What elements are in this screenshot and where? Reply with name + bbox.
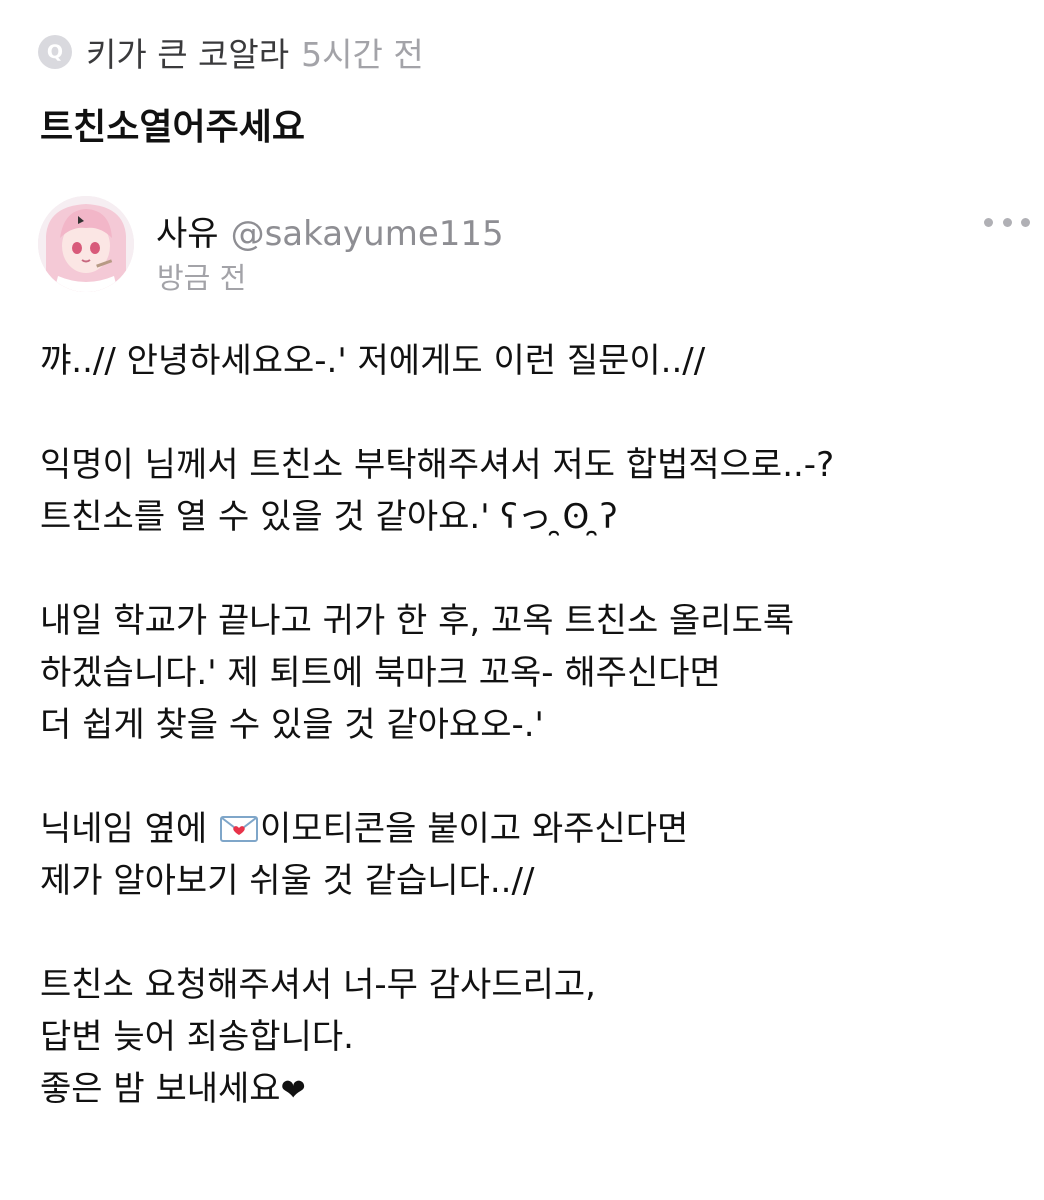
answer-line: 하겠습니다.' 제 퇴트에 북마크 꼬옥- 해주신다면 bbox=[40, 653, 721, 693]
answer-line: 꺄..// 안녕하세요오-.' 저에게도 이런 질문이..// bbox=[40, 341, 706, 381]
question-time: 5시간 전 bbox=[301, 35, 424, 74]
answer-author-name[interactable]: 사유 bbox=[156, 206, 219, 255]
answer-line: 더 쉽게 찾을 수 있을 것 같아요오-.' bbox=[40, 705, 544, 745]
heart-icon: ❤ bbox=[280, 1073, 306, 1108]
question-text: 트친소열어주세요 bbox=[40, 107, 305, 148]
answer-line: 트친소를 열 수 있을 것 같아요.' ʕっ ̯ʘ ̯ʔ bbox=[40, 497, 618, 537]
answer-author-handle[interactable]: @sakayume115 bbox=[231, 214, 504, 254]
answer-line-part: 좋은 밤 보내세요 bbox=[40, 1069, 281, 1109]
avatar-image bbox=[38, 196, 134, 292]
answer-author-row: 사유 @sakayume115 bbox=[156, 206, 504, 255]
answer-line: 제가 알아보기 쉬울 것 같습니다..// bbox=[40, 861, 535, 901]
answer-body: 꺄..// 안녕하세요오-.' 저에게도 이런 질문이..// 익명이 님께서 … bbox=[40, 335, 1020, 1115]
question-author[interactable]: 키가 큰 코알라 bbox=[86, 28, 289, 76]
answer-line-part: 닉네임 옆에 bbox=[40, 809, 219, 849]
dot-icon bbox=[984, 217, 993, 227]
love-letter-icon bbox=[220, 814, 259, 844]
more-options-button[interactable] bbox=[984, 210, 1030, 234]
answer-line: 트친소 요청해주셔서 너-무 감사드리고, bbox=[40, 965, 596, 1005]
avatar[interactable] bbox=[38, 196, 134, 292]
answer-line: 닉네임 옆에 이모티콘을 붙이고 와주신다면 bbox=[40, 803, 1020, 855]
page: Q 키가 큰 코알라 5시간 전 트친소열어주세요 사유 @sakayume11… bbox=[0, 0, 1044, 1200]
answer-line-part: 이모티콘을 붙이고 와주신다면 bbox=[260, 809, 689, 849]
question-icon: Q bbox=[38, 35, 72, 69]
answer-line: 답변 늦어 죄송합니다. bbox=[40, 1017, 354, 1057]
dot-icon bbox=[1021, 217, 1030, 227]
answer-line: 내일 학교가 끝나고 귀가 한 후, 꼬옥 트친소 올리도록 bbox=[40, 601, 795, 641]
question-header: Q 키가 큰 코알라 5시간 전 bbox=[38, 30, 424, 74]
dot-icon bbox=[1002, 217, 1012, 227]
answer-time: 방금 전 bbox=[157, 261, 247, 295]
answer-line: 익명이 님께서 트친소 부탁해주셔서 저도 합법적으로..-? bbox=[40, 445, 835, 485]
answer-line: 좋은 밤 보내세요❤ bbox=[40, 1063, 1020, 1115]
